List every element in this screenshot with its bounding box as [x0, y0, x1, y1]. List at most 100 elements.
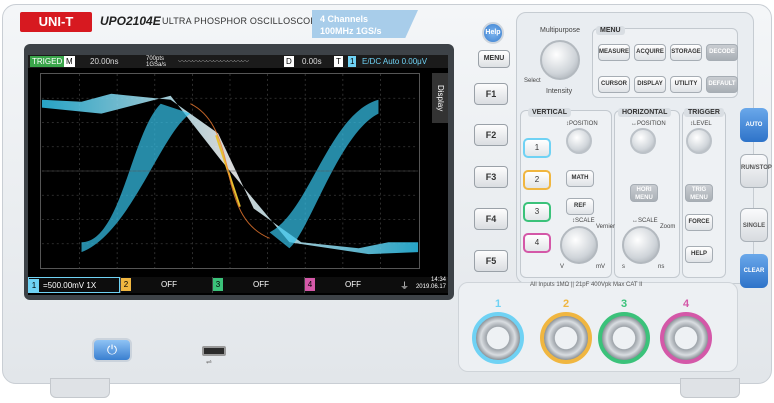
intensity-label: Intensity: [546, 88, 573, 95]
v-scale-label: ↕SCALE: [572, 218, 595, 224]
channel-4-number: 4: [305, 278, 315, 291]
power-button[interactable]: ⏻: [92, 338, 132, 362]
spec-badge: 4 Channels 100MHz 1GS/s: [312, 10, 418, 38]
model-name: UPO2104E: [100, 14, 161, 28]
help-button[interactable]: HELP: [685, 246, 713, 263]
ch2-button[interactable]: 2: [523, 170, 551, 190]
timebase-readout: 20.00ns: [90, 57, 119, 66]
channel-1-value: =500.00mV 1X: [43, 281, 97, 290]
channel-4-value: OFF: [345, 280, 361, 289]
vertical-title: VERTICAL: [528, 108, 571, 117]
bnc-input-2[interactable]: [540, 312, 592, 364]
clock-date: 2019.06.17: [415, 284, 446, 290]
default-button[interactable]: DEFAULT: [706, 76, 738, 93]
oscilloscope-screen: TRIGED M 20.00ns 700pts 1GSa/s 〰〰〰〰〰〰〰〰〰…: [28, 55, 448, 295]
mv-unit-label: mV: [596, 264, 605, 270]
f1-button[interactable]: F1: [474, 83, 508, 105]
math-button[interactable]: MATH: [566, 170, 594, 187]
channel-3-status[interactable]: 3 OFF: [212, 277, 304, 293]
left-foot: [50, 378, 110, 398]
trig-menu-button[interactable]: TRIG MENU: [685, 184, 713, 202]
waveform-grid: [40, 73, 420, 269]
menu-button[interactable]: MENU: [478, 50, 510, 68]
bnc-3-label: 3: [620, 298, 628, 310]
bnc-1-label: 1: [494, 298, 502, 310]
channel-status-bar: 1 =500.00mV 1X 2 OFF 3 OFF 4 OFF ⏚ 14:34…: [28, 277, 448, 293]
bnc-input-3[interactable]: [598, 312, 650, 364]
zoom-label: Zoom: [660, 224, 676, 230]
status-bar: TRIGED M 20.00ns 700pts 1GSa/s 〰〰〰〰〰〰〰〰〰…: [28, 55, 448, 68]
f5-button[interactable]: F5: [474, 250, 508, 272]
channel-1-status[interactable]: 1 =500.00mV 1X: [28, 277, 120, 293]
help-round-button[interactable]: Help: [482, 22, 504, 44]
clear-button[interactable]: CLEAR: [740, 254, 768, 288]
t-level-label: ↕LEVEL: [690, 121, 712, 127]
bnc-input-4[interactable]: [660, 312, 712, 364]
usb-symbol-icon: ⇌: [206, 359, 212, 366]
bnc-4-label: 4: [682, 298, 690, 310]
delay-tag: D: [284, 56, 294, 67]
vernier-label: Vernier: [596, 224, 616, 230]
trigger-level-knob[interactable]: [686, 128, 712, 154]
bnc-2-label: 2: [562, 298, 570, 310]
ch1-button[interactable]: 1: [523, 138, 551, 158]
usb-port[interactable]: [202, 346, 226, 356]
input-warning: All Inputs 1MΩ || 21pF 400Vpk Max CAT II: [530, 282, 643, 288]
s-unit-label: s: [622, 264, 625, 270]
bnc-input-1[interactable]: [472, 312, 524, 364]
v-position-knob[interactable]: [566, 128, 592, 154]
h-position-label: ↔POSITION: [631, 121, 666, 127]
channel-1-number: 1: [29, 279, 39, 292]
ch4-button[interactable]: 4: [523, 233, 551, 253]
h-scale-label: ↔SCALE: [632, 218, 658, 224]
usb-icon: ⏚: [400, 281, 410, 291]
select-label: Select: [524, 78, 541, 84]
points-readout: 700pts 1GSa/s: [146, 56, 166, 68]
clock-time: 14:34: [430, 277, 446, 283]
auto-button[interactable]: AUTO: [740, 108, 768, 142]
f2-button[interactable]: F2: [474, 124, 508, 146]
product-subtitle: ULTRA PHOSPHOR OSCILLOSCOPE: [162, 16, 323, 26]
display-button[interactable]: DISPLAY: [634, 76, 666, 93]
hori-menu-button[interactable]: HORI MENU: [630, 184, 658, 202]
h-position-knob[interactable]: [630, 128, 656, 154]
ns-unit-label: ns: [658, 264, 665, 270]
decode-button[interactable]: DECODE: [706, 44, 738, 61]
f4-button[interactable]: F4: [474, 208, 508, 230]
display-tab[interactable]: Display: [432, 73, 448, 123]
ref-button[interactable]: REF: [566, 198, 594, 215]
ch3-button[interactable]: 3: [523, 202, 551, 222]
channel-3-value: OFF: [253, 280, 269, 289]
trigger-info: E/DC Auto 0.00μV: [362, 57, 428, 66]
v-position-label: ↕POSITION: [566, 121, 598, 127]
multipurpose-label: Multipurpose: [540, 27, 581, 34]
trigger-title: TRIGGER: [684, 108, 724, 117]
storage-button[interactable]: STORAGE: [670, 44, 702, 61]
acquire-button[interactable]: ACQUIRE: [634, 44, 666, 61]
cursor-button[interactable]: CURSOR: [598, 76, 630, 93]
utility-button[interactable]: UTILITY: [670, 76, 702, 93]
single-button[interactable]: SINGLE: [740, 208, 768, 242]
channel-2-status[interactable]: 2 OFF: [120, 277, 212, 293]
brand-logo: UNI-T: [20, 12, 92, 32]
delay-readout: 0.00s: [302, 57, 322, 66]
channel-4-status[interactable]: 4 OFF: [304, 277, 396, 293]
multipurpose-knob[interactable]: [540, 40, 580, 80]
measure-button[interactable]: MEASURE: [598, 44, 630, 61]
channel-3-number: 3: [213, 278, 223, 291]
h-scale-knob[interactable]: [622, 226, 660, 264]
power-icon: ⏻: [106, 342, 118, 357]
run-stop-button[interactable]: RUN/STOP: [740, 154, 772, 188]
v-scale-knob[interactable]: [560, 226, 598, 264]
trigger-status: TRIGED: [30, 56, 65, 67]
trigger-tag: T: [334, 56, 343, 67]
f3-button[interactable]: F3: [474, 166, 508, 188]
sample-rate: 1GSa/s: [146, 62, 167, 68]
right-foot: [680, 378, 740, 398]
spec-channels: 4 Channels: [320, 14, 369, 24]
menu-group-title: MENU: [596, 26, 625, 35]
waveform-overview: 〰〰〰〰〰〰〰〰〰〰: [178, 57, 249, 66]
force-button[interactable]: FORCE: [685, 214, 713, 231]
clock: 14:34 2019.06.17: [416, 277, 446, 291]
horizontal-title: HORIZONTAL: [618, 108, 672, 117]
